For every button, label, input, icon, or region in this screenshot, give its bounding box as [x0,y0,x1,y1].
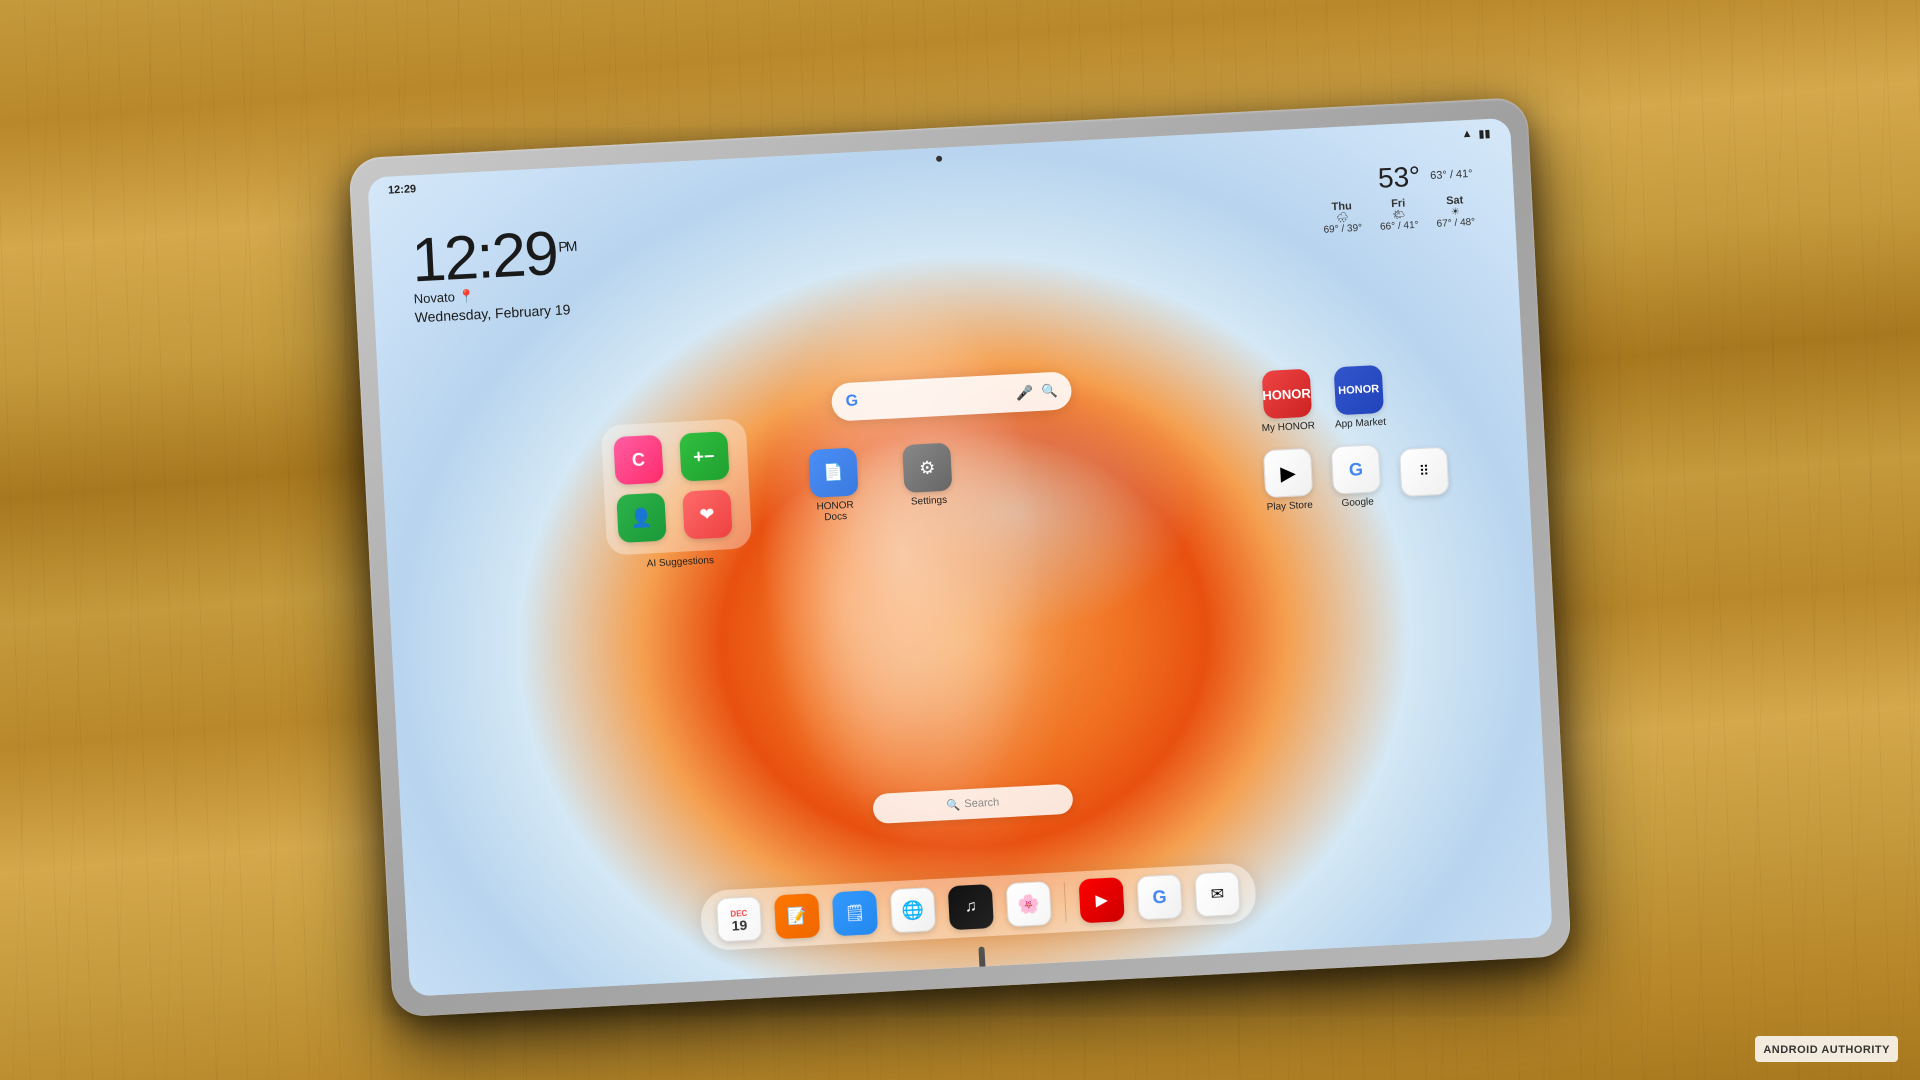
contacts-symbol: 👤 [630,507,653,529]
forecast-day-3: Sat ☀ 67° / 48° [1435,194,1475,230]
google-label: Google [1341,496,1374,509]
status-time: 12:29 [388,183,417,196]
dock-google[interactable]: G [1136,874,1182,920]
search-icon: 🔍 [946,798,960,812]
battery-icon: ▮▮ [1478,126,1491,140]
clock-ampm: PM [558,238,576,255]
settings-label: Settings [911,495,948,508]
play-store-symbol: ▶ [1280,460,1297,486]
app-icon-google-g[interactable]: G [1136,874,1182,920]
appmarket-symbol: HONOR [1338,383,1380,397]
weather-widget: 53° 63° / 41° Thu 🌧 69° / 39° Fri 🌤 66° … [1320,158,1475,236]
app-icon-honor-docs[interactable]: 📄 [808,447,858,497]
calculator-symbol: +− [693,445,715,467]
app-icon-calculator[interactable]: +− [679,431,729,481]
tablet-screen: 12:29 ▲ ▮▮ 12:29PM Novato 📍 Wednesday, F… [367,118,1552,997]
microphone-icon[interactable]: 🎤 [1015,384,1033,402]
ai-suggestions-folder[interactable]: C +− 👤 ❤ AI Suggestions [601,418,753,571]
health-symbol: ❤ [699,504,715,526]
google-grid-symbol: ⠿ [1419,463,1430,481]
honor-docs-app[interactable]: 📄 HONOR Docs [802,447,866,524]
youtube-symbol: ▶ [1095,890,1108,911]
notes-symbol: 🗒 [844,903,865,924]
app-icon-appmarket[interactable]: HONOR [1333,365,1383,415]
clock-display: 12:29PM Novato 📍 [410,222,578,305]
temp-range-2: 66° / 41° [1380,220,1419,233]
pages-symbol: 📝 [787,906,808,927]
wifi-icon: ▲ [1461,128,1473,141]
app-market-label: App Market [1335,417,1387,431]
google-symbol: G [1348,459,1363,481]
app-icon-gmail[interactable]: ✉ [1194,871,1240,917]
dock-notes[interactable]: 🗒 [832,890,878,936]
settings-app[interactable]: ⚙ Settings [902,443,953,508]
app-icon-notes[interactable]: 🗒 [832,890,878,936]
app-icon-play-store[interactable]: ▶ [1263,448,1313,498]
temp-range-1: 69° / 39° [1323,223,1362,236]
tablet-device: 12:29 ▲ ▮▮ 12:29PM Novato 📍 Wednesday, F… [348,97,1571,1018]
weather-temp-big: 53° [1377,161,1421,195]
calendar-day: 19 [731,917,747,932]
forecast-day-2: Fri 🌤 66° / 41° [1379,197,1419,233]
dock-gmail[interactable]: ✉ [1194,871,1240,917]
app-icon-google[interactable]: G [1331,444,1381,494]
honor-docs-label: HONOR Docs [805,499,866,524]
app-icon-chrome[interactable]: 🌐 [890,887,936,933]
google-app[interactable]: G Google [1331,444,1382,509]
right-apps-group: HONOR My HONOR HONOR App Market [1259,362,1450,513]
right-app-row-1: HONOR My HONOR HONOR App Market [1259,362,1446,435]
search-bar-text[interactable]: Search [964,796,999,810]
app-icon-my-honor[interactable]: HONOR [1261,369,1311,419]
dock-chrome[interactable]: 🌐 [890,887,936,933]
honor-docs-symbol: 📄 [823,462,844,483]
dock-calendar[interactable]: DEC 19 [716,896,762,942]
app-market-app[interactable]: HONOR App Market [1332,365,1386,431]
clock-widget: 12:29PM Novato 📍 Wednesday, February 19 [410,222,579,325]
google-g-symbol: G [1152,886,1167,908]
dock-music[interactable]: ♫ [948,884,994,930]
settings-symbol: ⚙ [919,457,936,479]
app-icon-canva[interactable]: C [613,435,663,485]
google-grid-app[interactable]: ⠿ [1399,446,1450,500]
forecast-day-1: Thu 🌧 69° / 39° [1322,200,1362,236]
status-icons: ▲ ▮▮ [1461,126,1491,140]
dock-divider [1064,882,1067,922]
my-honor-app[interactable]: HONOR My HONOR [1259,369,1316,435]
weather-range: 63° / 41° [1430,168,1473,182]
app-icon-settings[interactable]: ⚙ [902,443,952,493]
folder-grid[interactable]: C +− 👤 ❤ [601,418,753,555]
temp-range-3: 67° / 48° [1436,217,1475,230]
photos-symbol: 🌸 [1017,893,1040,915]
canva-symbol: C [631,449,645,471]
app-icon-contacts[interactable]: 👤 [616,493,666,543]
clock-hours-minutes: 12:29 [410,219,559,296]
search-input-area[interactable] [866,385,1009,408]
location-text: Novato [413,289,455,306]
music-symbol: ♫ [964,898,977,917]
app-icon-photos[interactable]: 🌸 [1006,881,1052,927]
watermark-text: ANDROID AUTHORITY [1763,1044,1890,1056]
play-store-app[interactable]: ▶ Play Store [1263,448,1314,513]
tablet-body: 12:29 ▲ ▮▮ 12:29PM Novato 📍 Wednesday, F… [348,97,1571,1018]
gmail-symbol: ✉ [1210,884,1224,905]
right-app-row-2: ▶ Play Store G Google ⠿ [1263,441,1450,514]
dock-pages[interactable]: 📝 [774,893,820,939]
app-icon-google-grid[interactable]: ⠿ [1399,446,1449,496]
app-icon-music[interactable]: ♫ [948,884,994,930]
my-honor-label: My HONOR [1261,420,1315,434]
google-logo-g: G [845,392,858,411]
chrome-symbol: 🌐 [901,899,924,921]
watermark: ANDROID AUTHORITY [1755,1036,1898,1062]
app-icon-pages[interactable]: 📝 [774,893,820,939]
dock-photos[interactable]: 🌸 [1006,881,1052,927]
lens-icon[interactable]: 🔍 [1041,383,1058,400]
weather-main: 53° 63° / 41° [1320,158,1473,198]
my-honor-symbol: HONOR [1262,385,1311,403]
app-icon-health[interactable]: ❤ [682,489,732,539]
dock-youtube[interactable]: ▶ [1079,877,1125,923]
app-icon-calendar[interactable]: DEC 19 [716,896,762,942]
app-icon-youtube[interactable]: ▶ [1079,877,1125,923]
